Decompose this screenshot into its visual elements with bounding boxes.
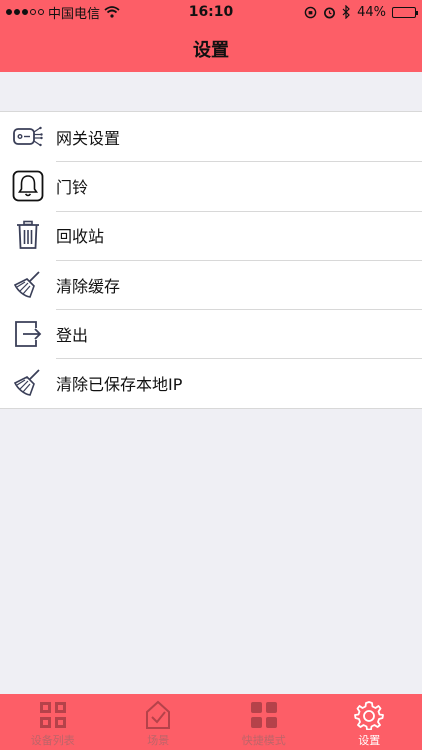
header: 中国电信 16:10 44% 设置 — [0, 0, 422, 72]
battery-icon — [392, 6, 418, 18]
battery-percent: 44% — [357, 4, 386, 20]
tab-device-list[interactable]: 设备列表 — [0, 694, 106, 750]
menu-item-recycle-bin[interactable]: 回收站 — [0, 210, 422, 260]
tab-scene[interactable]: 场景 — [106, 694, 212, 750]
wifi-icon — [104, 6, 120, 18]
bell-icon — [0, 161, 56, 210]
tab-label: 快捷模式 — [241, 734, 286, 747]
menu-item-doorbell[interactable]: 门铃 — [0, 161, 422, 210]
tab-bar: 设备列表 场景 快捷模式 设置 — [0, 694, 422, 750]
alarm-icon — [324, 6, 336, 18]
trash-icon — [0, 211, 56, 260]
menu-item-clear-cache[interactable]: 清除缓存 — [0, 259, 422, 309]
settings-list: 网关设置 门铃 回收站 清除缓存 登出 清除已保存本地IP — [0, 111, 422, 409]
menu-item-gateway-settings[interactable]: 网关设置 — [0, 112, 422, 161]
grid-icon — [39, 702, 66, 728]
menu-item-label: 清除已保存本地IP — [56, 375, 183, 395]
menu-item-label: 回收站 — [56, 227, 105, 247]
carrier-label: 中国电信 — [48, 6, 101, 22]
menu-item-label: 登出 — [56, 325, 89, 345]
gear-icon — [354, 701, 385, 730]
menu-item-logout[interactable]: 登出 — [0, 309, 422, 358]
tab-settings[interactable]: 设置 — [317, 694, 422, 750]
menu-item-label: 清除缓存 — [56, 276, 121, 296]
menu-item-clear-local-ip[interactable]: 清除已保存本地IP — [0, 358, 422, 407]
quick-mode-icon — [250, 702, 277, 728]
tab-label: 设置 — [358, 734, 381, 747]
gateway-icon — [0, 112, 56, 161]
tab-label: 场景 — [147, 734, 170, 747]
tab-quick-mode[interactable]: 快捷模式 — [211, 694, 317, 750]
logout-icon — [0, 309, 56, 358]
status-bar: 中国电信 16:10 44% — [0, 0, 422, 24]
menu-item-label: 网关设置 — [56, 128, 121, 148]
broom-icon — [0, 260, 56, 309]
bluetooth-icon — [342, 5, 350, 19]
scene-icon — [146, 700, 171, 729]
signal-icon — [6, 9, 44, 15]
broom-icon — [0, 359, 56, 408]
rotation-lock-icon — [304, 6, 317, 18]
page-title: 设置 — [193, 40, 229, 61]
tab-label: 设备列表 — [30, 734, 75, 747]
menu-item-label: 门铃 — [56, 177, 89, 197]
